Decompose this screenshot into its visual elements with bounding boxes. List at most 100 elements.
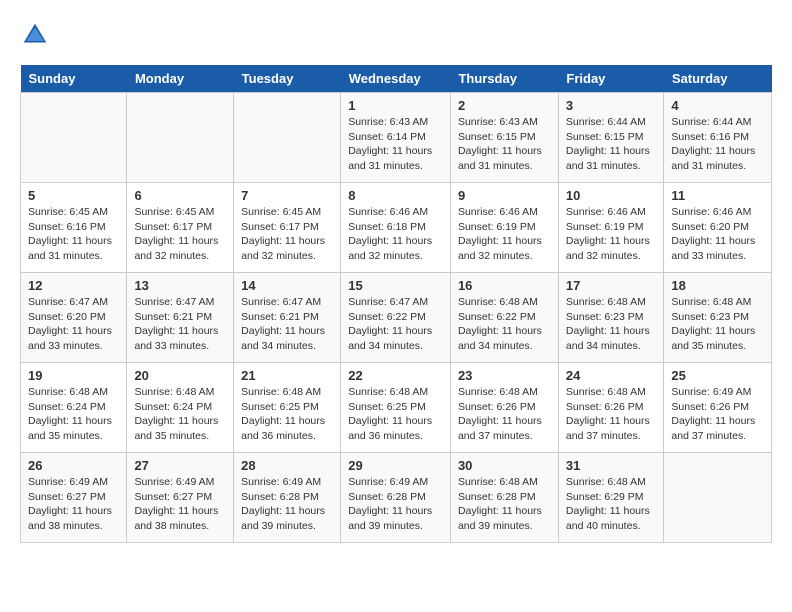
header-monday: Monday <box>127 65 234 93</box>
day-number: 8 <box>348 188 443 203</box>
calendar-cell: 15 Sunrise: 6:47 AM Sunset: 6:22 PM Dayli… <box>341 273 451 363</box>
week-row-3: 12 Sunrise: 6:47 AM Sunset: 6:20 PM Dayli… <box>21 273 772 363</box>
calendar-cell: 31 Sunrise: 6:48 AM Sunset: 6:29 PM Dayli… <box>558 453 664 543</box>
calendar-cell: 7 Sunrise: 6:45 AM Sunset: 6:17 PM Daylig… <box>234 183 341 273</box>
day-number: 4 <box>671 98 764 113</box>
day-number: 14 <box>241 278 333 293</box>
calendar-cell: 20 Sunrise: 6:48 AM Sunset: 6:24 PM Dayli… <box>127 363 234 453</box>
calendar-cell <box>21 93 127 183</box>
calendar-cell: 25 Sunrise: 6:49 AM Sunset: 6:26 PM Dayli… <box>664 363 772 453</box>
day-number: 19 <box>28 368 119 383</box>
day-number: 12 <box>28 278 119 293</box>
day-info: Sunrise: 6:43 AM Sunset: 6:14 PM Dayligh… <box>348 115 443 174</box>
calendar-cell: 9Sunrise: 6:46 AM Sunset: 6:19 PM Daylig… <box>450 183 558 273</box>
day-number: 26 <box>28 458 119 473</box>
day-number: 21 <box>241 368 333 383</box>
calendar-cell: 18 Sunrise: 6:48 AM Sunset: 6:23 PM Dayli… <box>664 273 772 363</box>
calendar-cell: 23 Sunrise: 6:48 AM Sunset: 6:26 PM Dayli… <box>450 363 558 453</box>
header-sunday: Sunday <box>21 65 127 93</box>
day-info: Sunrise: 6:48 AM Sunset: 6:22 PM Dayligh… <box>458 295 551 354</box>
header-thursday: Thursday <box>450 65 558 93</box>
calendar-cell: 13Sunrise: 6:47 AM Sunset: 6:21 PM Dayli… <box>127 273 234 363</box>
calendar-cell: 19Sunrise: 6:48 AM Sunset: 6:24 PM Dayli… <box>21 363 127 453</box>
day-info: Sunrise: 6:48 AM Sunset: 6:23 PM Dayligh… <box>671 295 764 354</box>
calendar-body: 1 Sunrise: 6:43 AM Sunset: 6:14 PM Daylig… <box>21 93 772 543</box>
day-info: Sunrise: 6:49 AM Sunset: 6:28 PM Dayligh… <box>348 475 443 534</box>
day-info: Sunrise: 6:49 AM Sunset: 6:28 PM Dayligh… <box>241 475 333 534</box>
day-number: 10 <box>566 188 657 203</box>
day-number: 6 <box>134 188 226 203</box>
calendar-cell: 28 Sunrise: 6:49 AM Sunset: 6:28 PM Dayli… <box>234 453 341 543</box>
week-row-5: 26 Sunrise: 6:49 AM Sunset: 6:27 PM Dayli… <box>21 453 772 543</box>
day-number: 7 <box>241 188 333 203</box>
day-info: Sunrise: 6:48 AM Sunset: 6:25 PM Dayligh… <box>241 385 333 444</box>
calendar-cell: 8 Sunrise: 6:46 AM Sunset: 6:18 PM Daylig… <box>341 183 451 273</box>
logo <box>20 20 54 50</box>
day-info: Sunrise: 6:47 AM Sunset: 6:22 PM Dayligh… <box>348 295 443 354</box>
week-row-2: 5Sunrise: 6:45 AM Sunset: 6:16 PM Daylig… <box>21 183 772 273</box>
day-info: Sunrise: 6:48 AM Sunset: 6:26 PM Dayligh… <box>458 385 551 444</box>
day-info: Sunrise: 6:48 AM Sunset: 6:23 PM Dayligh… <box>566 295 657 354</box>
calendar-cell: 29 Sunrise: 6:49 AM Sunset: 6:28 PM Dayli… <box>341 453 451 543</box>
day-number: 30 <box>458 458 551 473</box>
calendar-cell: 16 Sunrise: 6:48 AM Sunset: 6:22 PM Dayli… <box>450 273 558 363</box>
day-info: Sunrise: 6:45 AM Sunset: 6:17 PM Dayligh… <box>241 205 333 264</box>
week-row-4: 19 Sunrise: 6:48 AM Sunset: 6:24 PM Dayli… <box>21 363 772 453</box>
day-number: 18 <box>671 278 764 293</box>
day-number: 23 <box>458 368 551 383</box>
day-info: Sunrise: 6:44 AM Sunset: 6:15 PM Dayligh… <box>566 115 657 174</box>
day-number: 22 <box>348 368 443 383</box>
day-info: Sunrise: 6:48 AM Sunset: 6:29 PM Dayligh… <box>566 475 657 534</box>
calendar-cell: 14 Sunrise: 6:47 AM Sunset: 6:21 PM Dayli… <box>234 273 341 363</box>
header-friday: Friday <box>558 65 664 93</box>
day-number: 11 <box>671 188 764 203</box>
day-number: 17 <box>566 278 657 293</box>
calendar-cell: 2 Sunrise: 6:43 AM Sunset: 6:15 PM Daylig… <box>450 93 558 183</box>
header-saturday: Saturday <box>664 65 772 93</box>
day-info: Sunrise: 6:46 AM Sunset: 6:18 PM Dayligh… <box>348 205 443 264</box>
day-number: 2 <box>458 98 551 113</box>
calendar-cell: 5Sunrise: 6:45 AM Sunset: 6:16 PM Daylig… <box>21 183 127 273</box>
calendar-cell: 10 Sunrise: 6:46 AM Sunset: 6:19 PM Dayli… <box>558 183 664 273</box>
day-number: 29 <box>348 458 443 473</box>
day-number: 24 <box>566 368 657 383</box>
day-info: Sunrise: 6:45 AM Sunset: 6:16 PM Dayligh… <box>28 205 119 264</box>
day-number: 31 <box>566 458 657 473</box>
calendar-cell: 17 Sunrise: 6:48 AM Sunset: 6:23 PM Dayli… <box>558 273 664 363</box>
calendar-cell: 21 Sunrise: 6:48 AM Sunset: 6:25 PM Dayli… <box>234 363 341 453</box>
day-number: 15 <box>348 278 443 293</box>
day-info: Sunrise: 6:47 AM Sunset: 6:21 PM Dayligh… <box>134 295 226 354</box>
day-number: 1 <box>348 98 443 113</box>
day-number: 20 <box>134 368 226 383</box>
day-info: Sunrise: 6:49 AM Sunset: 6:27 PM Dayligh… <box>134 475 226 534</box>
day-number: 27 <box>134 458 226 473</box>
day-number: 25 <box>671 368 764 383</box>
header-wednesday: Wednesday <box>341 65 451 93</box>
day-info: Sunrise: 6:43 AM Sunset: 6:15 PM Dayligh… <box>458 115 551 174</box>
day-number: 28 <box>241 458 333 473</box>
day-info: Sunrise: 6:47 AM Sunset: 6:21 PM Dayligh… <box>241 295 333 354</box>
day-info: Sunrise: 6:46 AM Sunset: 6:20 PM Dayligh… <box>671 205 764 264</box>
day-number: 16 <box>458 278 551 293</box>
day-number: 3 <box>566 98 657 113</box>
calendar-table: SundayMondayTuesdayWednesdayThursdayFrid… <box>20 65 772 543</box>
calendar-cell: 11 Sunrise: 6:46 AM Sunset: 6:20 PM Dayli… <box>664 183 772 273</box>
day-info: Sunrise: 6:48 AM Sunset: 6:28 PM Dayligh… <box>458 475 551 534</box>
calendar-cell: 4Sunrise: 6:44 AM Sunset: 6:16 PM Daylig… <box>664 93 772 183</box>
day-info: Sunrise: 6:48 AM Sunset: 6:26 PM Dayligh… <box>566 385 657 444</box>
day-info: Sunrise: 6:49 AM Sunset: 6:27 PM Dayligh… <box>28 475 119 534</box>
day-number: 9 <box>458 188 551 203</box>
logo-icon <box>20 20 50 50</box>
day-info: Sunrise: 6:48 AM Sunset: 6:25 PM Dayligh… <box>348 385 443 444</box>
calendar-cell: 12 Sunrise: 6:47 AM Sunset: 6:20 PM Dayli… <box>21 273 127 363</box>
calendar-cell <box>234 93 341 183</box>
calendar-cell: 6 Sunrise: 6:45 AM Sunset: 6:17 PM Daylig… <box>127 183 234 273</box>
calendar-cell: 24 Sunrise: 6:48 AM Sunset: 6:26 PM Dayli… <box>558 363 664 453</box>
day-info: Sunrise: 6:49 AM Sunset: 6:26 PM Dayligh… <box>671 385 764 444</box>
header-row: SundayMondayTuesdayWednesdayThursdayFrid… <box>21 65 772 93</box>
day-info: Sunrise: 6:47 AM Sunset: 6:20 PM Dayligh… <box>28 295 119 354</box>
calendar-cell <box>664 453 772 543</box>
day-info: Sunrise: 6:46 AM Sunset: 6:19 PM Dayligh… <box>566 205 657 264</box>
day-info: Sunrise: 6:45 AM Sunset: 6:17 PM Dayligh… <box>134 205 226 264</box>
day-info: Sunrise: 6:48 AM Sunset: 6:24 PM Dayligh… <box>134 385 226 444</box>
